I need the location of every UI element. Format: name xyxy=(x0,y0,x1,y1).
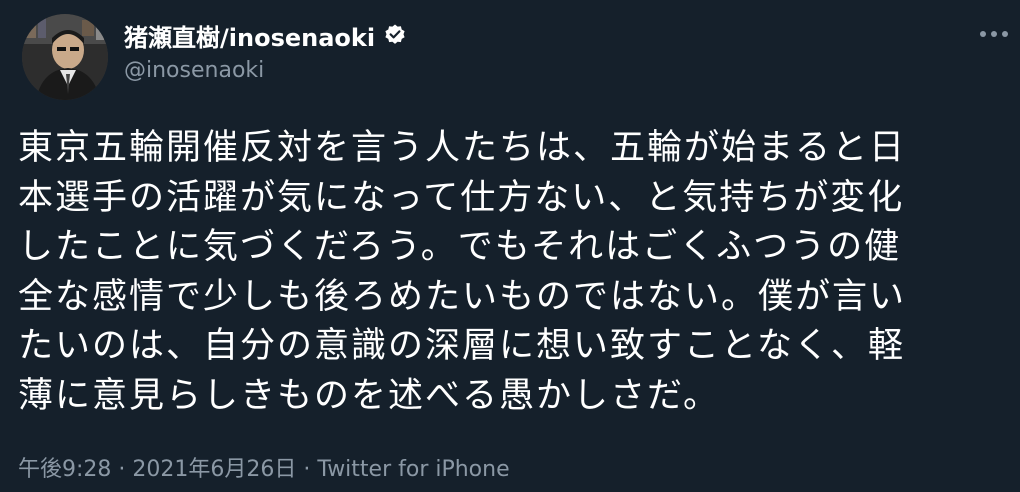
tweet-text-line: 東京五輪開催反対を言う人たちは、五輪が始まると日 xyxy=(18,128,907,168)
tweet-source[interactable]: Twitter for iPhone xyxy=(317,457,509,482)
avatar[interactable] xyxy=(22,14,108,100)
tweet-text-line: 薄に意見らしきものを述べる愚かしさだ。 xyxy=(18,375,720,416)
author-handle[interactable]: @inosenaoki xyxy=(124,58,264,83)
meta-separator: · xyxy=(118,457,126,482)
tweet-card: 猪瀬直樹/inosenaoki @inosenaoki 東京五輪開催反対を言う人… xyxy=(0,0,1020,492)
author-name[interactable]: 猪瀬直樹/inosenaoki xyxy=(124,18,375,53)
tweet-metadata: 午後9:28 · 2021年6月26日 · Twitter for iPhone xyxy=(18,451,510,483)
tweet-date[interactable]: 2021年6月26日 xyxy=(132,457,296,482)
tweet-time[interactable]: 午後9:28 xyxy=(18,457,111,482)
tweet-text-line: 本選手の活躍が気になって仕方ない、と気持ちが変化 xyxy=(18,177,905,218)
more-options-button[interactable] xyxy=(976,22,1012,46)
avatar-image xyxy=(22,14,108,100)
more-dots-icon xyxy=(980,31,1008,37)
tweet-text: 東京五輪開催反対を言う人たちは、五輪が始まると日 本選手の活躍が気になって仕方な… xyxy=(18,124,1008,421)
verified-badge-icon xyxy=(383,23,407,47)
tweet-text-line: 全な感情で少しも後ろめたいものではない。僕が言い xyxy=(18,276,907,317)
author-name-row[interactable]: 猪瀬直樹/inosenaoki xyxy=(124,18,407,52)
tweet-text-line: たいのは、自分の意識の深層に想い致すことなく、軽 xyxy=(18,326,905,366)
tweet-text-line: したことに気づくだろう。でもそれはごくふつうの健 xyxy=(18,227,902,267)
meta-separator: · xyxy=(303,457,311,482)
